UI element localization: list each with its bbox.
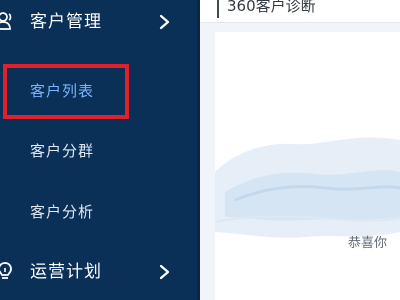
page-title: 360客户诊断 bbox=[227, 0, 316, 15]
header-divider bbox=[217, 0, 219, 18]
sidebar-item-customer-segments[interactable]: 客户分群 bbox=[0, 132, 197, 172]
highlight-annotation bbox=[3, 64, 129, 119]
congrats-message: 恭喜你 bbox=[348, 236, 388, 251]
cloud-illustration bbox=[215, 137, 400, 238]
sidebar: 客户管理 客户列表 客户分群 客户分析 运营计划 bbox=[0, 0, 197, 300]
page-header: 360客户诊断 bbox=[200, 0, 400, 23]
sidebar-item-label: 客户分群 bbox=[30, 142, 95, 160]
chevron-right-icon bbox=[159, 14, 170, 30]
sidebar-group-customer-management[interactable]: 客户管理 bbox=[0, 0, 197, 44]
sidebar-group-label: 运营计划 bbox=[30, 262, 102, 282]
main-content: 360客户诊断 恭喜你 bbox=[200, 0, 400, 300]
content-panel: 恭喜你 bbox=[215, 32, 400, 300]
sidebar-item-customer-analysis[interactable]: 客户分析 bbox=[0, 193, 197, 233]
sidebar-item-label: 客户分析 bbox=[30, 203, 95, 221]
sidebar-group-operation-plan[interactable]: 运营计划 bbox=[0, 250, 197, 294]
lightbulb-icon bbox=[0, 262, 12, 279]
app-window: 客户管理 客户列表 客户分群 客户分析 运营计划 360客户诊断 恭喜你 bbox=[0, 0, 400, 300]
users-icon bbox=[0, 12, 12, 30]
sidebar-group-label: 客户管理 bbox=[30, 12, 102, 32]
chevron-right-icon bbox=[159, 264, 170, 280]
